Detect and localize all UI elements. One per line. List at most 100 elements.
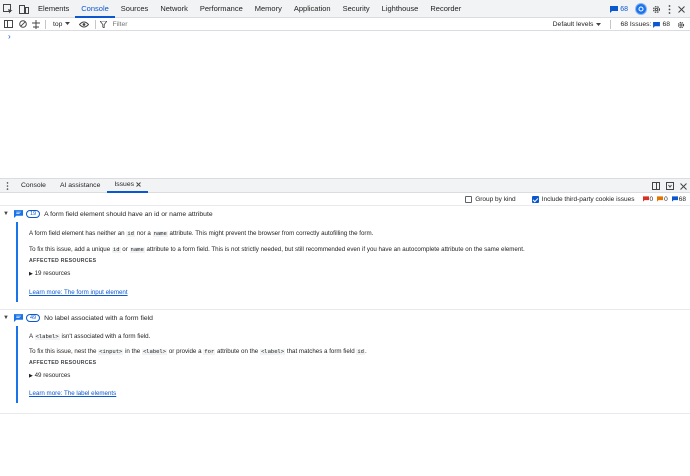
text: attribute. This might prevent the browse… xyxy=(169,230,374,237)
issue-count-badge: 19 xyxy=(26,210,41,218)
text: that matches a form field xyxy=(286,348,355,355)
toolbar-right-actions: 68 xyxy=(610,0,690,18)
ai-avatar-icon[interactable] xyxy=(635,3,647,15)
filter-funnel-icon xyxy=(99,18,108,31)
info-message-icon xyxy=(671,196,678,202)
issue-fix-text: To fix this issue, add a unique id or na… xyxy=(29,246,525,253)
separator xyxy=(610,20,612,29)
error-message-icon xyxy=(642,196,649,202)
text: A xyxy=(29,333,33,340)
eye-icon[interactable] xyxy=(76,18,92,31)
issue-details: A form field element has neither an id n… xyxy=(16,222,690,302)
issue-message-icon xyxy=(14,210,23,218)
issue-item: ▼ 19 A form field element should have an… xyxy=(0,207,690,304)
issue-title: A form field element should have an id o… xyxy=(44,210,213,218)
console-prompt[interactable]: › xyxy=(8,32,11,41)
drawer-right-actions xyxy=(652,179,687,193)
sidebar-toggle-icon[interactable] xyxy=(0,18,16,31)
chevron-down-icon xyxy=(65,22,71,25)
issues-counter[interactable]: 68 xyxy=(610,5,628,13)
close-devtools-icon[interactable] xyxy=(676,3,686,15)
issue-header[interactable]: ▼ 49 No label associated with a form fie… xyxy=(0,311,690,325)
checkbox-box[interactable] xyxy=(465,195,473,203)
issue-fix-text: To fix this issue, nest the <input> in t… xyxy=(29,348,367,355)
affected-resources-toggle[interactable]: ▶ 49 resources xyxy=(29,372,70,379)
issue-title: No label associated with a form field xyxy=(44,314,153,322)
devtools-main-toolbar: Elements Console Sources Network Perform… xyxy=(0,0,690,18)
live-expression-icon[interactable] xyxy=(29,18,42,31)
console-output-area[interactable]: › xyxy=(0,31,690,178)
error-count: 0 xyxy=(642,195,654,203)
include-third-party-checkbox[interactable]: Include third-party cookie issues xyxy=(531,195,635,203)
code-snippet: <label> xyxy=(141,349,168,355)
code-snippet: id xyxy=(356,349,365,355)
settings-gear-icon[interactable] xyxy=(650,3,662,15)
context-selector[interactable]: top xyxy=(49,21,74,28)
device-toolbar-icon[interactable] xyxy=(16,0,32,18)
tab-recorder[interactable]: Recorder xyxy=(424,0,467,18)
text: To fix this issue, nest the xyxy=(29,348,97,355)
filter-right-controls: Default levels 68 Issues: 68 xyxy=(553,18,686,31)
tab-network[interactable]: Network xyxy=(154,0,194,18)
text: . xyxy=(365,348,367,355)
issue-header[interactable]: ▼ 19 A form field element should have an… xyxy=(0,207,690,221)
learn-more-link[interactable]: Learn more: The label elements xyxy=(29,390,116,397)
divider xyxy=(0,413,690,414)
code-snippet: id xyxy=(111,247,121,253)
tab-application[interactable]: Application xyxy=(288,0,337,18)
tab-sources[interactable]: Sources xyxy=(115,0,155,18)
text: or provide a xyxy=(168,348,202,355)
dock-drawer-icon[interactable] xyxy=(652,182,660,190)
clear-console-icon[interactable] xyxy=(16,18,29,31)
include-third-party-label: Include third-party cookie issues xyxy=(541,195,635,203)
resources-count: 19 resources xyxy=(34,270,71,277)
log-levels-dropdown[interactable]: Default levels xyxy=(553,21,602,28)
log-levels-value: Default levels xyxy=(552,21,594,28)
code-snippet: for xyxy=(203,349,216,355)
message-icon xyxy=(610,5,619,13)
drawer-collapse-icon[interactable] xyxy=(666,182,674,190)
group-by-kind-checkbox[interactable]: Group by kind xyxy=(465,195,516,203)
checkbox-box-checked[interactable] xyxy=(531,195,539,203)
code-snippet: <input> xyxy=(98,349,124,355)
affected-resources-toggle[interactable]: ▶ 19 resources xyxy=(29,270,70,277)
issue-count-badge: 49 xyxy=(26,314,41,322)
drawer-tab-issues[interactable]: Issues xyxy=(107,179,149,193)
tab-lighthouse[interactable]: Lighthouse xyxy=(376,0,425,18)
message-icon xyxy=(653,21,661,28)
text: A form field element has neither an xyxy=(29,230,125,237)
tab-performance[interactable]: Performance xyxy=(194,0,249,18)
code-snippet: name xyxy=(152,231,168,237)
text: in the xyxy=(125,348,141,355)
expand-caret-icon[interactable]: ▼ xyxy=(0,211,12,217)
context-selector-value: top xyxy=(53,20,63,28)
tab-elements[interactable]: Elements xyxy=(32,0,75,18)
tab-console[interactable]: Console xyxy=(75,0,115,18)
code-snippet: name xyxy=(129,247,145,253)
expand-triangle-icon[interactable]: ▶ xyxy=(29,373,33,379)
learn-more-link[interactable]: Learn more: The form input element xyxy=(29,289,128,296)
divider xyxy=(0,309,690,310)
close-icon[interactable] xyxy=(136,182,141,187)
tab-memory[interactable]: Memory xyxy=(249,0,288,18)
issues-summary-button[interactable]: 68 Issues: 68 xyxy=(620,21,670,28)
drawer-tab-ai-assistance[interactable]: AI assistance xyxy=(53,179,107,193)
console-filter-input[interactable] xyxy=(112,20,253,28)
drawer-menu-icon[interactable] xyxy=(0,179,14,193)
expand-caret-icon[interactable]: ▼ xyxy=(0,315,12,321)
inspect-element-icon[interactable] xyxy=(0,0,16,18)
console-filter-bar: top Default levels 68 Issues: 68 xyxy=(0,18,690,31)
text: To fix this issue, add a unique xyxy=(29,246,111,253)
drawer-tab-issues-label: Issues xyxy=(114,180,135,188)
issues-toolbar: Group by kind Include third-party cookie… xyxy=(0,193,690,206)
expand-triangle-icon[interactable]: ▶ xyxy=(29,271,33,277)
chevron-down-icon xyxy=(596,22,602,26)
more-options-icon[interactable] xyxy=(665,3,673,15)
issues-counter-value: 68 xyxy=(620,5,628,13)
console-settings-gear-icon[interactable] xyxy=(676,18,686,31)
close-drawer-icon[interactable] xyxy=(680,182,687,190)
tab-security[interactable]: Security xyxy=(337,0,376,18)
drawer-tab-console[interactable]: Console xyxy=(14,179,53,193)
drawer-tab-bar: Console AI assistance Issues xyxy=(0,178,690,193)
error-count-value: 0 xyxy=(649,195,654,203)
